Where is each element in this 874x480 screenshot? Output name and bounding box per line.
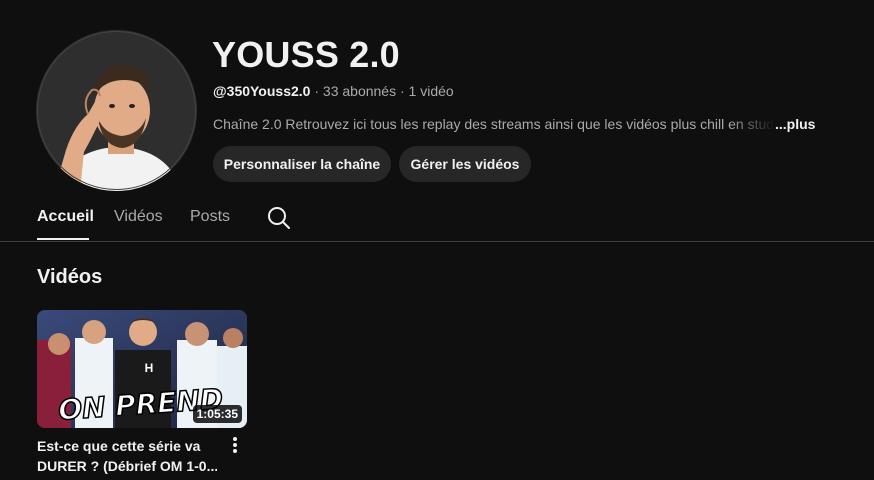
tab-home[interactable]: Accueil (37, 208, 94, 226)
channel-meta: @350Youss2.0 · 33 abonnés · 1 vidéo (213, 83, 454, 99)
tabs-divider (0, 241, 874, 242)
section-title: Vidéos (37, 266, 103, 288)
manage-videos-button[interactable]: Gérer les vidéos (399, 146, 531, 182)
avatar-illustration (36, 30, 197, 191)
tab-videos[interactable]: Vidéos (114, 208, 163, 226)
video-title-line2: DURER ? (Débrief OM 1-0... (37, 458, 217, 474)
channel-tabs: Accueil Vidéos Posts (0, 196, 874, 242)
active-tab-indicator (37, 238, 89, 240)
channel-avatar[interactable] (36, 30, 197, 191)
video-title-line1: Est-ce que cette série va (37, 438, 201, 454)
kebab-dot (233, 437, 237, 441)
kebab-dot (233, 449, 237, 453)
video-title[interactable]: Est-ce que cette série va DURER ? (Débri… (37, 436, 217, 476)
meta-separator: · (396, 83, 409, 99)
video-thumbnail[interactable]: H ON PREND 1:05:35 (37, 310, 247, 428)
description-more-link[interactable]: ...plus (775, 116, 815, 132)
tab-posts[interactable]: Posts (190, 208, 230, 226)
channel-name: YOUSS 2.0 (212, 34, 400, 75)
customize-channel-button[interactable]: Personnaliser la chaîne (213, 146, 391, 182)
channel-description-text: Chaîne 2.0 Retrouvez ici tous les replay… (213, 116, 775, 132)
kebab-dot (233, 443, 237, 447)
search-icon[interactable] (266, 205, 292, 231)
video-duration: 1:05:35 (192, 405, 242, 423)
more-options-icon[interactable] (226, 434, 244, 456)
channel-description[interactable]: Chaîne 2.0 Retrouvez ici tous les replay… (213, 116, 815, 132)
channel-page: YOUSS 2.0 @350Youss2.0 · 33 abonnés · 1 … (0, 0, 874, 480)
subscriber-count: 33 abonnés (322, 83, 397, 99)
video-count: 1 vidéo (408, 83, 454, 99)
svg-text:H: H (145, 361, 154, 375)
meta-separator: · (310, 83, 323, 99)
channel-handle: @350Youss2.0 (213, 83, 311, 99)
